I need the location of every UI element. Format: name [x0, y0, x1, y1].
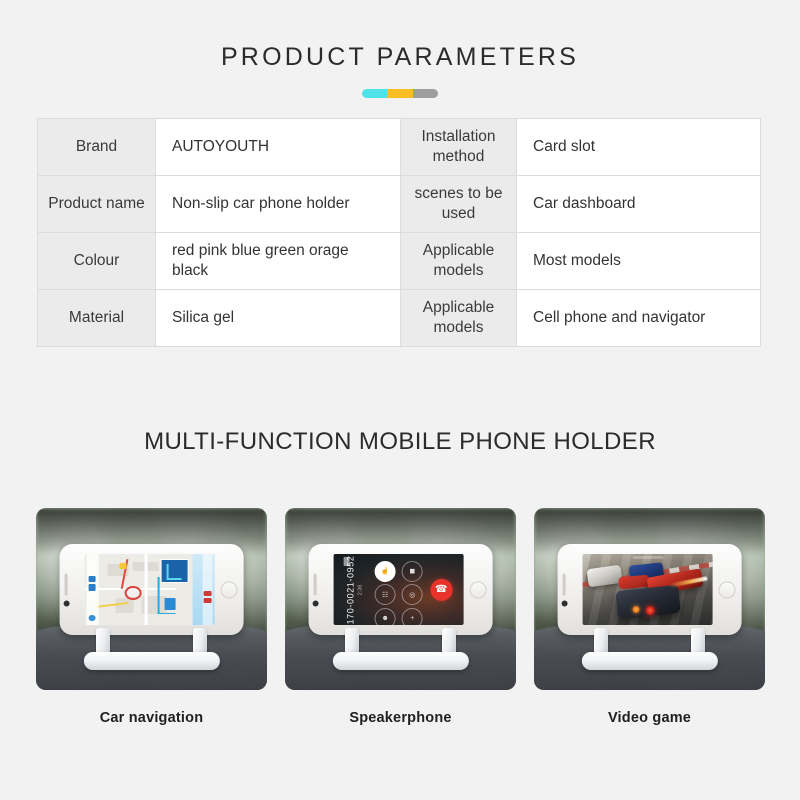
map-poi-chip: [119, 562, 127, 570]
gallery-caption: Speakerphone: [349, 710, 452, 726]
map-left-toolbar[interactable]: [86, 554, 99, 626]
accent-divider-bar: [362, 88, 438, 98]
smartphone-device: 170-0021-0952 2:36 ☝ ◼ ☷ ◎ ☻ + ☎: [308, 544, 493, 636]
earpiece-speaker-icon: [314, 573, 318, 596]
accent-segment-cyan: [362, 88, 388, 98]
smartphone-device: [59, 544, 244, 636]
param-label: Brand: [37, 118, 156, 176]
caller-number: 170-0021-0952: [345, 555, 356, 625]
home-button-icon: [718, 581, 736, 599]
contacts-icon[interactable]: ☻: [374, 607, 396, 626]
gallery-item-car-navigation: Car navigation: [36, 508, 267, 726]
map-inset-panel: [160, 559, 189, 584]
param-label: Colour: [37, 232, 156, 290]
phone-holder-pad: [332, 651, 469, 670]
gallery-item-video-game: Video game: [534, 508, 765, 726]
gallery-item-speakerphone: 170-0021-0952 2:36 ☝ ◼ ☷ ◎ ☻ + ☎ Speaker…: [285, 508, 516, 726]
param-value: red pink blue green orage black: [155, 232, 401, 290]
table-row: Colour red pink blue green orage black A…: [37, 232, 761, 290]
keypad-icon[interactable]: ☷: [374, 584, 396, 606]
navigation-map-screen: [84, 554, 216, 626]
front-camera-icon: [63, 600, 70, 607]
accent-segment-yellow: [387, 88, 413, 98]
map-alert-chip[interactable]: [204, 598, 212, 604]
home-button-icon: [469, 581, 487, 599]
product-parameters-table: Brand AUTOYOUTH Installation method Card…: [37, 118, 761, 347]
param-label: Applicable models: [400, 232, 517, 290]
smartphone-device: [557, 544, 742, 636]
product-photo-car-navigation: [36, 508, 267, 690]
gallery-caption: Car navigation: [99, 710, 204, 726]
earpiece-speaker-icon: [65, 573, 69, 596]
param-value: Card slot: [516, 118, 761, 176]
product-photo-speakerphone: 170-0021-0952 2:36 ☝ ◼ ☷ ◎ ☻ + ☎: [285, 508, 516, 690]
game-hud-bar: [632, 555, 664, 560]
page-title: PRODUCT PARAMETERS: [220, 43, 580, 71]
param-value: Car dashboard: [516, 175, 761, 233]
phone-top-bezel: [312, 573, 319, 607]
param-value: Most models: [516, 232, 761, 290]
param-value: Silica gel: [155, 289, 401, 347]
taillight-red: [645, 606, 655, 616]
param-label: scenes to be used: [400, 175, 517, 233]
map-right-toolbar[interactable]: [202, 554, 214, 626]
table-row: Product name Non-slip car phone holder s…: [37, 175, 761, 233]
map-locate-icon[interactable]: [89, 614, 96, 622]
hold-icon[interactable]: ◎: [401, 584, 423, 606]
home-button-icon: [220, 581, 238, 599]
map-menu-chip[interactable]: [88, 575, 97, 583]
param-value: AUTOYOUTH: [155, 118, 401, 176]
front-camera-icon: [561, 600, 568, 607]
map-destination-marker: [124, 585, 142, 600]
call-controls-grid: ☝ ◼ ☷ ◎ ☻ +: [373, 560, 425, 626]
add-call-icon[interactable]: +: [401, 607, 423, 626]
end-call-button[interactable]: ☎: [430, 578, 453, 601]
phone-top-bezel: [63, 573, 70, 607]
param-label: Product name: [37, 175, 156, 233]
product-photo-video-game: [534, 508, 765, 690]
phone-holder-pad: [581, 651, 718, 670]
map-route-blue: [157, 612, 176, 614]
earpiece-speaker-icon: [563, 573, 567, 596]
gallery-heading: MULTI-FUNCTION MOBILE PHONE HOLDER: [144, 428, 656, 455]
accent-segment-gray: [412, 88, 438, 98]
table-row: Brand AUTOYOUTH Installation method Card…: [37, 118, 761, 176]
speaker-icon[interactable]: ☝: [374, 560, 396, 582]
param-value: Non-slip car phone holder: [155, 175, 401, 233]
racing-game-screen: [582, 554, 714, 626]
param-label: Material: [37, 289, 156, 347]
param-value: Cell phone and navigator: [516, 289, 761, 347]
param-label: Applicable models: [400, 289, 517, 347]
phone-top-bezel: [561, 573, 568, 607]
gallery-caption: Video game: [607, 710, 692, 726]
mute-icon[interactable]: ◼: [401, 560, 423, 582]
call-duration: 2:36: [357, 584, 364, 596]
taillight-amber: [632, 605, 640, 614]
product-gallery: Car navigation 170-0021-0952 2:36 ☝ ◼ ☷ …: [36, 508, 765, 726]
map-menu-chip[interactable]: [88, 584, 97, 591]
map-building: [115, 598, 135, 613]
map-alert-chip[interactable]: [204, 591, 212, 597]
front-camera-icon: [312, 600, 319, 607]
phone-holder-pad: [83, 651, 220, 670]
table-row: Material Silica gel Applicable models Ce…: [37, 289, 761, 347]
param-label: Installation method: [400, 118, 517, 176]
map-road: [144, 554, 148, 626]
map-label-badge: [164, 598, 176, 610]
active-call-screen: 170-0021-0952 2:36 ☝ ◼ ☷ ◎ ☻ + ☎: [333, 554, 465, 626]
